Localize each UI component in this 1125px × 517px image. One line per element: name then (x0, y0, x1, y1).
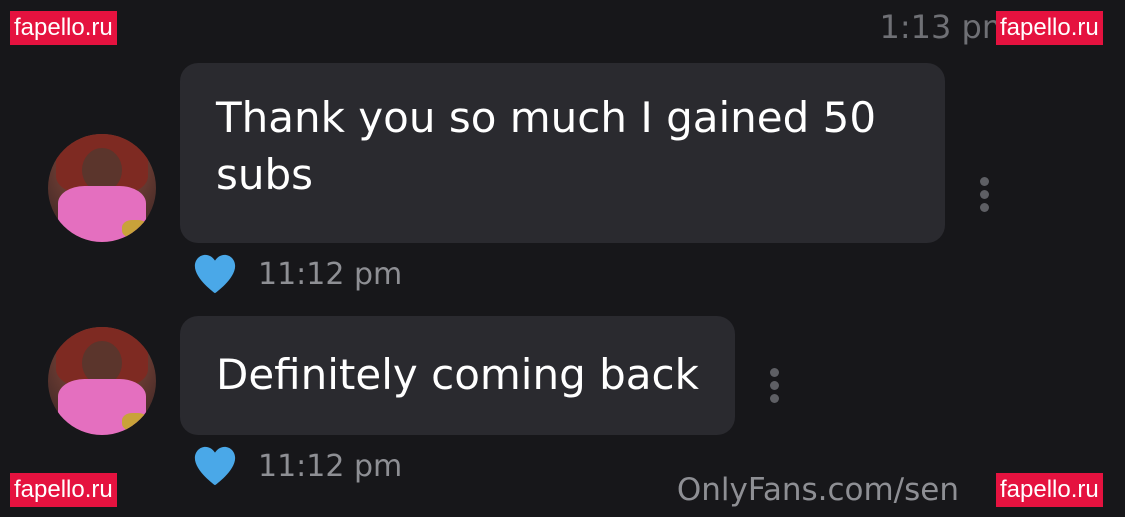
watermark: fapello.ru (10, 11, 117, 45)
chat-screen: 1:13 pm Thank you so much I gained 50 su… (0, 0, 1125, 517)
heart-icon[interactable] (192, 444, 238, 488)
more-vertical-icon[interactable] (768, 368, 780, 403)
sender-avatar[interactable] (48, 134, 156, 242)
source-footer: OnlyFans.com/sen (676, 472, 959, 508)
message-bubble[interactable]: Thank you so much I gained 50 subs (180, 63, 945, 243)
sender-avatar[interactable] (48, 327, 156, 435)
message-text: Definitely coming back (216, 350, 699, 399)
message-bubble[interactable]: Definitely coming back (180, 316, 735, 435)
message-meta: 11:12 pm (192, 252, 402, 296)
header-time: 1:13 pm (879, 8, 1013, 46)
watermark: fapello.ru (996, 11, 1103, 45)
message-time: 11:12 pm (258, 256, 403, 292)
message-meta: 11:12 pm (192, 444, 402, 488)
more-vertical-icon[interactable] (978, 177, 990, 212)
watermark: fapello.ru (996, 473, 1103, 507)
heart-icon[interactable] (192, 252, 238, 296)
message-time: 11:12 pm (258, 448, 403, 484)
watermark: fapello.ru (10, 473, 117, 507)
message-text: Thank you so much I gained 50 subs (216, 93, 877, 199)
